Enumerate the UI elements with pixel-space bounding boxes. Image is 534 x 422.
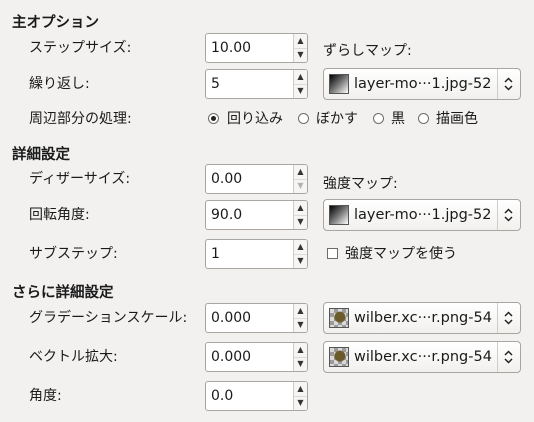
gradient-scale-increment-icon[interactable]: ▲ <box>294 304 307 319</box>
gradient-scale-label: グラデーションスケール: <box>29 310 188 326</box>
step-size-spinbox[interactable]: 10.00 ▲ ▼ <box>205 33 308 63</box>
step-size-decrement-icon[interactable]: ▼ <box>294 48 307 62</box>
angle-label: 角度: <box>29 388 62 404</box>
gradient-thumbnail-icon <box>329 74 349 94</box>
wilber-thumbnail-icon <box>329 308 349 328</box>
substeps-decrement-icon[interactable]: ▼ <box>294 254 307 268</box>
magnitude-map-label: 強度マップ: <box>323 176 398 192</box>
updown-arrows-icon <box>497 342 520 372</box>
dither-size-increment-icon[interactable]: ▲ <box>294 165 307 180</box>
vector-scale-decrement-icon[interactable]: ▼ <box>294 357 307 371</box>
rotation-spinbox[interactable]: 90.0 ▲ ▼ <box>205 200 308 230</box>
updown-arrows-icon <box>497 303 520 333</box>
gradient-scale-value: 0.000 <box>211 310 252 326</box>
dither-size-decrement-icon[interactable]: ▼ <box>294 179 307 193</box>
angle-spinbox[interactable]: 0.0 ▲ ▼ <box>205 381 308 411</box>
displace-map-value: layer-mo···1.jpg-52 <box>354 76 492 92</box>
angle-decrement-icon[interactable]: ▼ <box>294 396 307 410</box>
substeps-spinbox[interactable]: 1 ▲ ▼ <box>205 239 308 269</box>
edge-black-radio[interactable] <box>373 113 384 124</box>
edge-wrap-label[interactable]: 回り込み <box>227 110 283 128</box>
step-size-label: ステップサイズ: <box>29 40 132 56</box>
edge-behavior-label: 周辺部分の処理: <box>29 111 132 127</box>
rotation-decrement-icon[interactable]: ▼ <box>294 215 307 229</box>
wilber-thumbnail-icon <box>329 347 349 367</box>
gradient-thumbnail-icon <box>329 205 349 225</box>
edge-fg-color-label[interactable]: 描画色 <box>436 110 478 128</box>
rotation-increment-icon[interactable]: ▲ <box>294 201 307 216</box>
substeps-increment-icon[interactable]: ▲ <box>294 240 307 255</box>
edge-smear-label[interactable]: ぼかす <box>316 110 358 128</box>
gradient-map-value: wilber.xc···r.png-54 <box>354 310 492 326</box>
iterations-increment-icon[interactable]: ▲ <box>294 70 307 85</box>
edge-fg-color-radio[interactable] <box>418 113 429 124</box>
angle-increment-icon[interactable]: ▲ <box>294 382 307 397</box>
gradient-scale-decrement-icon[interactable]: ▼ <box>294 318 307 332</box>
magnitude-map-value: layer-mo···1.jpg-52 <box>354 207 492 223</box>
iterations-spinbox[interactable]: 5 ▲ ▼ <box>205 69 308 99</box>
use-magnitude-map-checkbox[interactable] <box>327 248 338 259</box>
vector-scale-spinbox[interactable]: 0.000 ▲ ▼ <box>205 342 308 372</box>
vector-scale-increment-icon[interactable]: ▲ <box>294 343 307 358</box>
vector-map-combo[interactable]: wilber.xc···r.png-54 <box>323 341 521 373</box>
rotation-value: 90.0 <box>211 207 243 223</box>
dither-size-label: ディザーサイズ: <box>29 171 131 187</box>
displace-map-label: ずらしマップ: <box>323 43 412 59</box>
vector-scale-label: ベクトル拡大: <box>29 349 118 365</box>
gradient-scale-spinbox[interactable]: 0.000 ▲ ▼ <box>205 303 308 333</box>
use-magnitude-map-label[interactable]: 強度マップを使う <box>345 245 457 263</box>
vector-scale-value: 0.000 <box>211 349 252 365</box>
edge-wrap-radio[interactable] <box>208 113 219 124</box>
edge-smear-radio[interactable] <box>298 113 309 124</box>
iterations-value: 5 <box>211 76 220 92</box>
section-title-main-options: 主オプション <box>12 15 99 31</box>
updown-arrows-icon <box>497 69 520 99</box>
rotation-label: 回転角度: <box>29 207 90 223</box>
gradient-map-combo[interactable]: wilber.xc···r.png-54 <box>323 302 521 334</box>
edge-black-label[interactable]: 黒 <box>391 110 405 128</box>
iterations-label: 繰り返し: <box>29 76 90 92</box>
step-size-increment-icon[interactable]: ▲ <box>294 34 307 49</box>
angle-value: 0.0 <box>211 388 234 404</box>
vector-map-value: wilber.xc···r.png-54 <box>354 349 492 365</box>
substeps-label: サブステップ: <box>29 246 118 262</box>
step-size-value: 10.00 <box>211 40 252 56</box>
section-title-more-advanced: さらに詳細設定 <box>12 285 114 301</box>
updown-arrows-icon <box>497 200 520 230</box>
substeps-value: 1 <box>211 246 220 262</box>
magnitude-map-combo[interactable]: layer-mo···1.jpg-52 <box>323 199 521 231</box>
section-title-advanced: 詳細設定 <box>12 147 70 163</box>
dither-size-value: 0.00 <box>211 171 243 187</box>
dither-size-spinbox[interactable]: 0.00 ▲ ▼ <box>205 164 308 194</box>
iterations-decrement-icon[interactable]: ▼ <box>294 84 307 98</box>
displace-map-combo[interactable]: layer-mo···1.jpg-52 <box>323 68 521 100</box>
